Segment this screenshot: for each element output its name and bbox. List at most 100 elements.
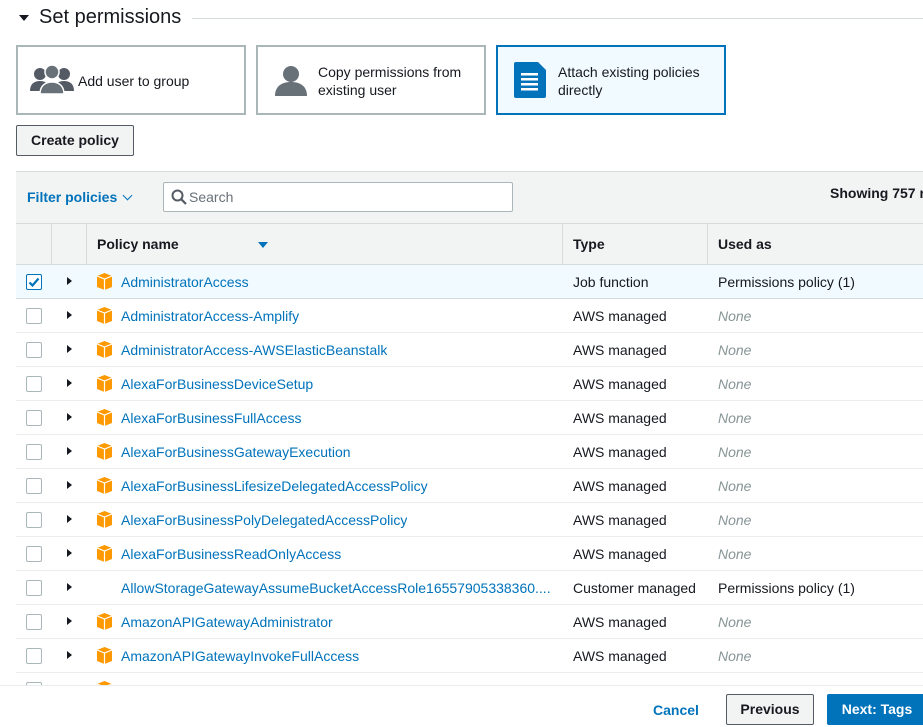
- row-checkbox[interactable]: [26, 410, 42, 426]
- expand-row-icon[interactable]: [67, 651, 72, 659]
- section-title: Set permissions: [39, 6, 182, 28]
- policy-name-link[interactable]: AlexaForBusinessGatewayExecution: [121, 444, 351, 460]
- table-header: Policy name Type Used as: [16, 223, 923, 265]
- policy-name-link[interactable]: AdministratorAccess-AWSElasticBeanstalk: [121, 342, 387, 358]
- option-label: Attach existing policies directly: [558, 64, 700, 98]
- header-label: Type: [573, 236, 605, 252]
- user-icon: [275, 66, 307, 96]
- expand-row-icon[interactable]: [67, 617, 72, 625]
- policy-type: AWS managed: [573, 444, 667, 460]
- row-checkbox[interactable]: [26, 274, 42, 290]
- row-checkbox[interactable]: [26, 308, 42, 324]
- policy-name-link[interactable]: AlexaForBusinessLifesizeDelegatedAccessP…: [121, 478, 428, 494]
- table-row[interactable]: AlexaForBusinessDeviceSetup AWS managed No…: [16, 367, 923, 401]
- row-checkbox[interactable]: [26, 614, 42, 630]
- policy-name-link[interactable]: AlexaForBusinessReadOnlyAccess: [121, 546, 341, 562]
- policy-used-as: None: [718, 376, 752, 392]
- caret-down-icon[interactable]: [19, 15, 29, 21]
- package-icon: [96, 273, 113, 293]
- policy-type: AWS managed: [573, 546, 667, 562]
- row-checkbox[interactable]: [26, 546, 42, 562]
- create-policy-button[interactable]: Create policy: [16, 125, 134, 156]
- row-checkbox[interactable]: [26, 342, 42, 358]
- option-copy-permissions[interactable]: Copy permissions from existing user: [256, 45, 486, 115]
- policy-type: AWS managed: [573, 342, 667, 358]
- package-icon: [96, 477, 113, 497]
- policy-used-as: None: [718, 342, 752, 358]
- option-add-user-to-group[interactable]: Add user to group: [16, 45, 246, 115]
- expand-row-icon[interactable]: [67, 379, 72, 387]
- row-checkbox[interactable]: [26, 648, 42, 664]
- policy-used-as: None: [718, 308, 752, 324]
- expand-row-icon[interactable]: [67, 549, 72, 557]
- expand-row-icon[interactable]: [67, 447, 72, 455]
- next-tags-button[interactable]: Next: Tags: [827, 694, 923, 725]
- cancel-button[interactable]: Cancel: [653, 702, 699, 718]
- header-label: Used as: [718, 236, 772, 252]
- row-checkbox[interactable]: [26, 376, 42, 392]
- header-policy-name[interactable]: Policy name: [87, 224, 563, 265]
- sort-descending-icon[interactable]: [258, 242, 268, 248]
- expand-row-icon[interactable]: [67, 311, 72, 319]
- policy-name-link[interactable]: AdministratorAccess-Amplify: [121, 308, 299, 324]
- package-icon: [96, 613, 113, 633]
- table-row[interactable]: AmazonAPIGatewayInvokeFullAccess AWS mana…: [16, 639, 923, 673]
- policy-used-as: None: [718, 444, 752, 460]
- expand-row-icon[interactable]: [67, 413, 72, 421]
- policy-type: AWS managed: [573, 410, 667, 426]
- expand-row-icon[interactable]: [67, 583, 72, 591]
- policy-used-as: Permissions policy (1): [718, 274, 855, 290]
- filter-policies-dropdown[interactable]: Filter policies: [27, 189, 117, 205]
- header-type[interactable]: Type: [563, 224, 708, 265]
- row-checkbox[interactable]: [26, 512, 42, 528]
- search-input[interactable]: [189, 187, 504, 207]
- chevron-down-icon[interactable]: [122, 190, 133, 201]
- policy-type: AWS managed: [573, 308, 667, 324]
- table-row[interactable]: AdministratorAccess Job function Permissio…: [16, 265, 923, 299]
- header-select-cell: [16, 224, 52, 265]
- policy-type: AWS managed: [573, 648, 667, 664]
- policy-name-link[interactable]: AlexaForBusinessFullAccess: [121, 410, 302, 426]
- table-row[interactable]: AdministratorAccess-AWSElasticBeanstalk A…: [16, 333, 923, 367]
- header-used-as[interactable]: Used as: [708, 224, 923, 265]
- table-row[interactable]: AlexaForBusinessLifesizeDelegatedAccessP…: [16, 469, 923, 503]
- section-header[interactable]: Set permissions: [0, 0, 923, 36]
- policy-name-link[interactable]: AmazonAPIGatewayAdministrator: [121, 614, 333, 630]
- expand-row-icon[interactable]: [67, 481, 72, 489]
- package-icon: [96, 341, 113, 361]
- expand-row-icon[interactable]: [67, 345, 72, 353]
- policy-name-link[interactable]: AmazonAPIGatewayInvokeFullAccess: [121, 648, 359, 664]
- row-checkbox[interactable]: [26, 580, 42, 596]
- table-row[interactable]: AmazonAPIGatewayAdministrator AWS managed…: [16, 605, 923, 639]
- policy-type: Customer managed: [573, 580, 696, 596]
- table-row[interactable]: AlexaForBusinessPolyDelegatedAccessPolic…: [16, 503, 923, 537]
- package-icon: [96, 443, 113, 463]
- table-row[interactable]: AmazonAPIGatewayPushToCloudWatchLogsAWS …: [16, 673, 923, 685]
- policy-name-link[interactable]: AllowStorageGatewayAssumeBucketAccessRol…: [121, 580, 551, 596]
- expand-row-icon[interactable]: [67, 277, 72, 285]
- policy-used-as: None: [718, 512, 752, 528]
- policy-name-link[interactable]: AlexaForBusinessDeviceSetup: [121, 376, 313, 392]
- search-icon: [171, 189, 187, 205]
- search-box[interactable]: [163, 182, 513, 212]
- row-checkbox[interactable]: [26, 444, 42, 460]
- table-toolbar: Filter policies Showing 757 r: [16, 171, 923, 223]
- option-label: Copy permissions from existing user: [318, 64, 462, 98]
- policy-type: AWS managed: [573, 478, 667, 494]
- wizard-footer: Cancel Previous Next: Tags: [0, 685, 923, 727]
- option-attach-policies[interactable]: Attach existing policies directly: [496, 45, 726, 115]
- policy-used-as: Permissions policy (1): [718, 580, 855, 596]
- table-row[interactable]: AlexaForBusinessReadOnlyAccess AWS manage…: [16, 537, 923, 571]
- package-icon: [96, 409, 113, 429]
- policy-name-link[interactable]: AlexaForBusinessPolyDelegatedAccessPolic…: [121, 512, 407, 528]
- previous-button[interactable]: Previous: [726, 694, 814, 725]
- package-icon: [96, 647, 113, 667]
- table-row[interactable]: AlexaForBusinessGatewayExecution AWS mana…: [16, 435, 923, 469]
- table-row[interactable]: AdministratorAccess-Amplify AWS managed No…: [16, 299, 923, 333]
- table-row[interactable]: AlexaForBusinessFullAccess AWS managed Non…: [16, 401, 923, 435]
- table-row[interactable]: AllowStorageGatewayAssumeBucketAccessRol…: [16, 571, 923, 605]
- results-count: Showing 757 r: [830, 185, 923, 201]
- expand-row-icon[interactable]: [67, 515, 72, 523]
- row-checkbox[interactable]: [26, 478, 42, 494]
- policy-name-link[interactable]: AdministratorAccess: [121, 274, 249, 290]
